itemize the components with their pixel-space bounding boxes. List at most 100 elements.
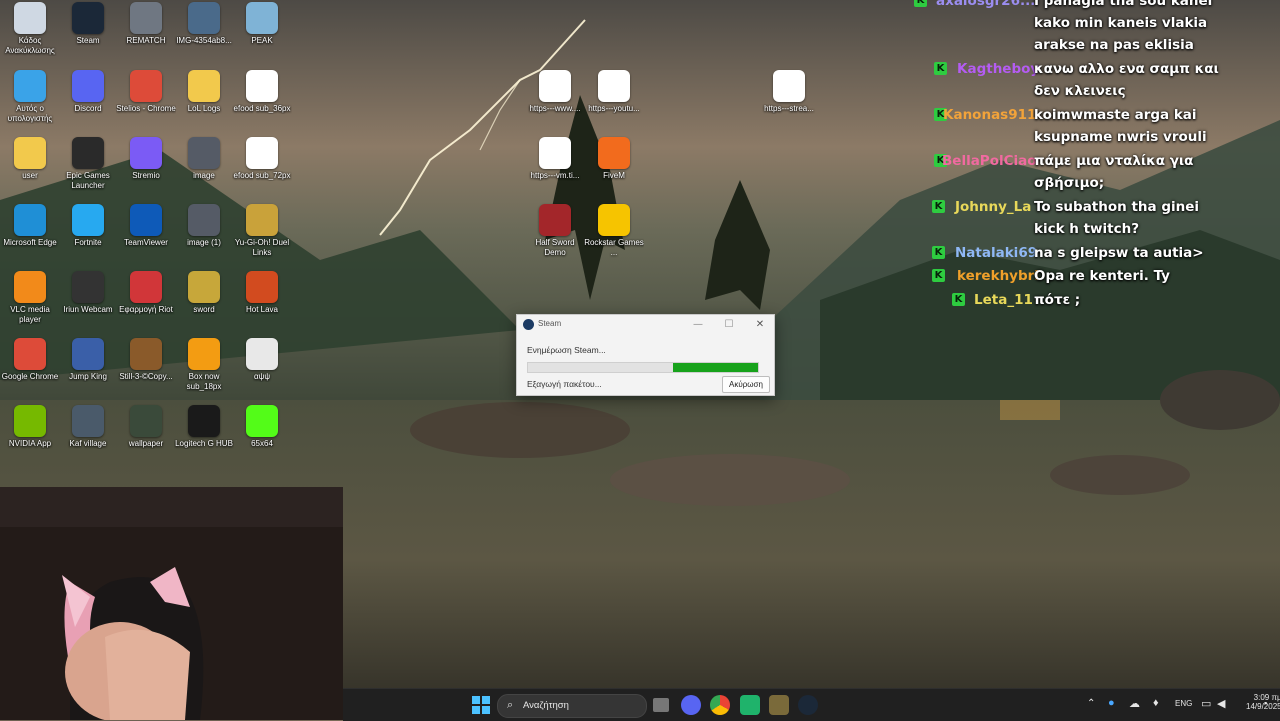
desktop-icon[interactable]: Steam xyxy=(58,2,118,46)
notifications-icon[interactable]: ▪ xyxy=(1264,698,1267,708)
folder-icon xyxy=(14,137,46,169)
discord-taskbar-icon[interactable] xyxy=(681,695,701,715)
desktop-icon[interactable]: Box now sub_18px xyxy=(174,338,234,392)
steam-taskbar-icon[interactable] xyxy=(798,695,818,715)
webcam-icon xyxy=(72,271,104,303)
chrome-shortcut-icon xyxy=(773,70,805,102)
desktop-icon-label: image xyxy=(193,171,215,180)
cancel-button[interactable]: Ακύρωση xyxy=(722,376,770,393)
dialog-title-bar[interactable]: Steam — ☐ ✕ xyxy=(517,315,774,335)
chat-username: Kagtheboy xyxy=(957,61,1040,77)
kick-icon xyxy=(246,405,278,437)
desktop-icon-label: IMG-4354ab8... xyxy=(176,36,232,45)
show-hidden-icons-chevron-icon[interactable]: ⌃ xyxy=(1087,698,1095,709)
desktop-icon[interactable]: Stremio xyxy=(116,137,176,181)
desktop-icon-label: Still-3-©Copy... xyxy=(119,372,173,381)
hot-lava-icon xyxy=(246,271,278,303)
update-progress-bar xyxy=(527,362,759,373)
desktop-icon-grid: Κάδος Ανακύκλωσης Steam REMATCH IMG-4354ab8… xyxy=(0,0,860,487)
desktop-icon[interactable]: sword xyxy=(174,271,234,315)
chat-message: Kaxalosgr26... I panagia tha sou kanei ka… xyxy=(880,0,1280,56)
desktop-icon[interactable]: Rockstar Games ... xyxy=(584,204,644,258)
maximize-icon[interactable]: ☐ xyxy=(719,317,739,333)
desktop-icon[interactable]: Yu-Gi-Oh! Duel Links xyxy=(232,204,292,258)
start-button[interactable] xyxy=(471,695,491,715)
desktop-icon[interactable]: NVIDIA App xyxy=(0,405,60,449)
desktop-icon[interactable]: Half Sword Demo xyxy=(525,204,585,258)
desktop-icon[interactable]: 65x64 xyxy=(232,405,292,449)
desktop-icon[interactable]: efood sub_36px xyxy=(232,70,292,114)
chat-message: K Kanonas911 koimwmaste arga kai ksupname … xyxy=(880,104,1280,148)
steam-logo-icon xyxy=(523,319,534,330)
chat-username: Leta_11 xyxy=(974,292,1033,308)
chat-text: I panagia tha sou kanei kako min kaneis … xyxy=(1034,0,1213,53)
desktop-icon[interactable]: Stelios - Chrome xyxy=(116,70,176,114)
desktop-icon[interactable]: αψψ xyxy=(232,338,292,382)
streaming-app-taskbar-icon[interactable] xyxy=(740,695,760,715)
desktop-icon[interactable]: REMATCH xyxy=(116,2,176,46)
kick-badge-icon: K xyxy=(914,0,927,7)
fivem-icon xyxy=(598,137,630,169)
game-taskbar-icon[interactable] xyxy=(769,695,789,715)
desktop-icon[interactable]: FiveM xyxy=(584,137,644,181)
desktop-icon-label: https---www.... xyxy=(529,104,581,113)
desktop-icon-label: TeamViewer xyxy=(124,238,168,247)
language-indicator[interactable]: ENG xyxy=(1175,699,1192,708)
chrome-taskbar-icon[interactable] xyxy=(710,695,730,715)
desktop-icon[interactable]: Hot Lava xyxy=(232,271,292,315)
desktop-icon-label: Fortnite xyxy=(74,238,102,247)
search-placeholder: Αναζήτηση xyxy=(523,700,569,711)
taskbar-search[interactable]: ⌕ Αναζήτηση xyxy=(497,694,647,718)
desktop-icon-label: Google Chrome xyxy=(1,372,59,381)
chat-username: Johnny_La xyxy=(955,199,1032,215)
desktop-icon[interactable]: Jump King xyxy=(58,338,118,382)
network-icon[interactable]: ▭ xyxy=(1201,697,1211,710)
desktop-icon[interactable]: image (1) xyxy=(174,204,234,248)
microphone-icon[interactable]: ♦ xyxy=(1153,697,1159,709)
desktop-icon[interactable]: IMG-4354ab8... xyxy=(174,2,234,46)
desktop-icon[interactable]: PEAK xyxy=(232,2,292,46)
steam-icon xyxy=(72,2,104,34)
desktop-icon-label: FiveM xyxy=(603,171,625,180)
desktop-icon-label: Κάδος Ανακύκλωσης xyxy=(5,36,55,55)
desktop-icon[interactable]: Εφαρμογή Riot xyxy=(116,271,176,315)
close-icon[interactable]: ✕ xyxy=(750,317,770,333)
desktop-icon[interactable]: image xyxy=(174,137,234,181)
desktop-icon[interactable]: efood sub_72px xyxy=(232,137,292,181)
image-file-icon xyxy=(188,2,220,34)
desktop-icon-label: efood sub_36px xyxy=(233,104,291,113)
steam-update-dialog: Steam — ☐ ✕ Ενημέρωση Steam... Εξαγωγή π… xyxy=(516,314,775,396)
desktop-icon[interactable]: wallpaper xyxy=(116,405,176,449)
desktop-icon[interactable]: Αυτός ο υπολογιστής xyxy=(0,70,60,124)
update-status-text: Ενημέρωση Steam... xyxy=(527,345,606,355)
clock[interactable]: 3:09 πμ 14/9/2025 xyxy=(1246,693,1280,711)
desktop-icon[interactable]: Discord xyxy=(58,70,118,114)
desktop-icon[interactable]: Microsoft Edge xyxy=(0,204,60,248)
desktop-icon[interactable]: https---strea... xyxy=(759,70,819,114)
minimize-icon[interactable]: — xyxy=(688,317,708,333)
desktop-icon[interactable]: user xyxy=(0,137,60,181)
desktop-icon[interactable]: Kaf village xyxy=(58,405,118,449)
volume-icon[interactable]: ◀ xyxy=(1217,697,1225,710)
desktop-icon[interactable]: LoL Logs xyxy=(174,70,234,114)
desktop-icon[interactable]: Iriun Webcam xyxy=(58,271,118,315)
desktop-icon[interactable]: Epic Games Launcher xyxy=(58,137,118,191)
task-view-icon[interactable] xyxy=(653,698,669,712)
desktop-icon[interactable]: VLC media player xyxy=(0,271,60,325)
desktop-icon[interactable]: Logitech G HUB xyxy=(174,405,234,449)
desktop-icon[interactable]: Κάδος Ανακύκλωσης xyxy=(0,2,60,56)
desktop-icon[interactable]: Still-3-©Copy... xyxy=(116,338,176,382)
update-substatus-text: Εξαγωγή πακέτου... xyxy=(527,379,602,389)
desktop-icon[interactable]: Google Chrome xyxy=(0,338,60,382)
desktop-icon[interactable]: Fortnite xyxy=(58,204,118,248)
desktop-icon[interactable]: TeamViewer xyxy=(116,204,176,248)
onedrive-icon[interactable]: ☁ xyxy=(1129,697,1140,710)
tray-app-icon[interactable]: ● xyxy=(1108,697,1115,709)
desktop-icon[interactable]: https---youtu... xyxy=(584,70,644,114)
clock-time: 3:09 πμ xyxy=(1253,693,1280,702)
desktop-icon[interactable]: https---www.... xyxy=(525,70,585,114)
edge-icon xyxy=(14,204,46,236)
desktop-icon[interactable]: https---vm.ti... xyxy=(525,137,585,181)
png-file-icon xyxy=(246,70,278,102)
chat-message: K Leta_11 πότε ; xyxy=(880,289,1280,311)
